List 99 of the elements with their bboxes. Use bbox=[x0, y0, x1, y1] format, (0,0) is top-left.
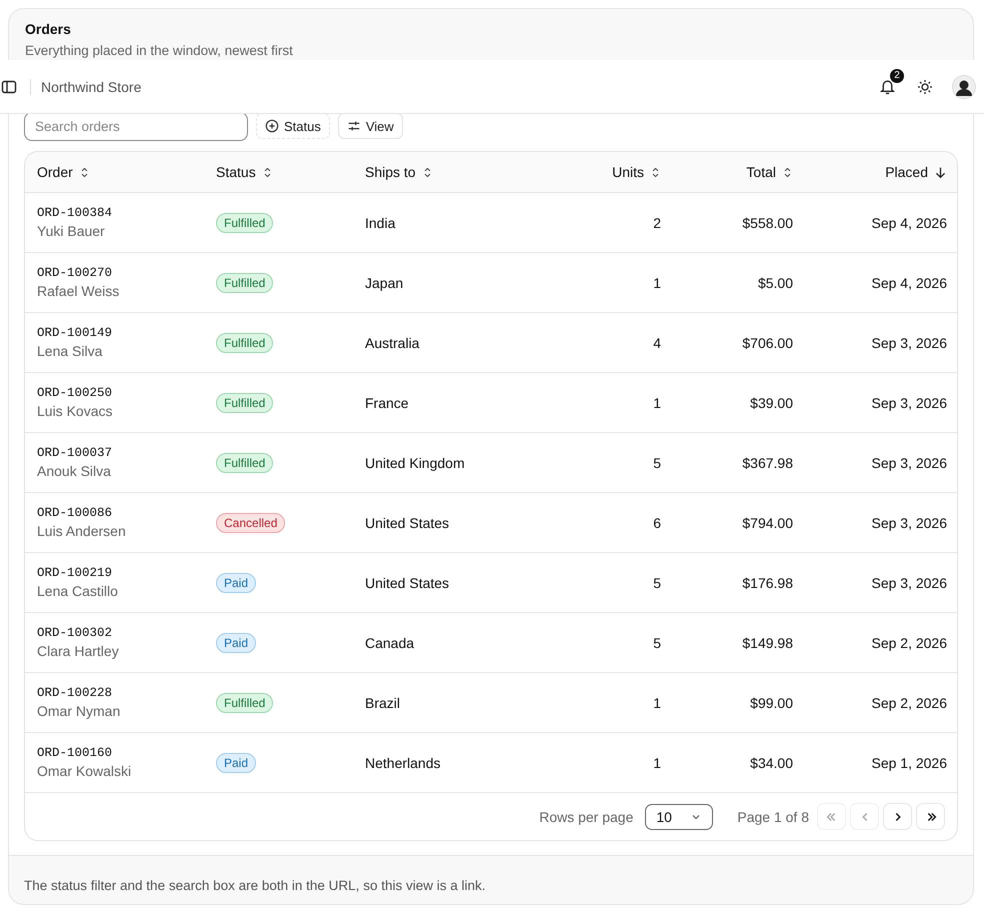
avatar[interactable] bbox=[952, 74, 976, 98]
sort-icon bbox=[650, 166, 661, 178]
table-cell: France bbox=[365, 394, 409, 410]
customer-name: Omar Nyman bbox=[37, 703, 120, 719]
status-badge: Fulfilled bbox=[216, 392, 274, 412]
search-field[interactable]: Search orders bbox=[24, 112, 248, 140]
last-page-button[interactable] bbox=[916, 803, 945, 830]
sliders-icon bbox=[346, 119, 361, 133]
table-cell: Sep 2, 2026 bbox=[871, 634, 947, 650]
card-title: Orders bbox=[25, 21, 72, 37]
view-button[interactable]: View bbox=[338, 113, 403, 139]
table-cell: United States bbox=[365, 574, 450, 590]
column-header[interactable]: Status bbox=[216, 164, 273, 180]
table-cell: $794.00 bbox=[742, 514, 793, 530]
table-cell: 5 bbox=[653, 454, 661, 470]
status-badge: Paid bbox=[216, 752, 256, 772]
table-cell: Sep 3, 2026 bbox=[871, 334, 947, 350]
table-cell: 1 bbox=[653, 274, 661, 290]
table-cell: Sep 3, 2026 bbox=[871, 454, 947, 470]
order-id: ORD-100219 bbox=[37, 566, 112, 580]
table-cell: $34.00 bbox=[750, 754, 793, 770]
table-cell: Australia bbox=[365, 334, 420, 350]
customer-name: Anouk Silva bbox=[37, 463, 111, 479]
order-id: ORD-100250 bbox=[37, 386, 112, 400]
customer-name: Clara Hartley bbox=[37, 643, 119, 659]
table-cell: 4 bbox=[653, 334, 661, 350]
status-badge: Fulfilled bbox=[216, 272, 274, 292]
status-badge: Cancelled bbox=[216, 512, 286, 532]
table-cell: Sep 4, 2026 bbox=[871, 214, 947, 230]
column-header[interactable]: Order bbox=[37, 164, 90, 180]
table-cell: 6 bbox=[653, 514, 661, 530]
table-cell: India bbox=[365, 214, 396, 230]
status-badge: Fulfilled bbox=[216, 332, 274, 352]
table-cell: 2 bbox=[653, 214, 661, 230]
table-cell: $5.00 bbox=[758, 274, 793, 290]
table-cell: Sep 1, 2026 bbox=[871, 754, 947, 770]
arrow-down-icon bbox=[934, 166, 947, 178]
table-cell: $39.00 bbox=[750, 394, 793, 410]
table-cell: Sep 4, 2026 bbox=[871, 274, 947, 290]
footer-note: The status filter and the search box are both in the URL, so this view is a link. bbox=[24, 878, 486, 893]
customer-name: Omar Kowalski bbox=[37, 763, 132, 779]
card-subtitle: Everything placed in the window, newest first bbox=[25, 43, 294, 58]
table-cell: Japan bbox=[365, 274, 404, 290]
page-indicator: Page 1 of 8 bbox=[737, 808, 809, 824]
customer-name: Lena Castillo bbox=[37, 583, 118, 599]
customer-name: Luis Andersen bbox=[37, 523, 126, 539]
table-cell: $99.00 bbox=[750, 694, 793, 710]
status-badge: Fulfilled bbox=[216, 212, 274, 232]
bell-icon bbox=[878, 78, 896, 95]
table-cell: Sep 3, 2026 bbox=[871, 574, 947, 590]
theme-toggle-button[interactable] bbox=[916, 78, 934, 96]
table-cell: Brazil bbox=[365, 694, 400, 710]
table-cell: 5 bbox=[653, 574, 661, 590]
table-cell: 1 bbox=[653, 754, 661, 770]
order-id: ORD-100228 bbox=[37, 686, 112, 700]
plus-circle-icon bbox=[265, 119, 279, 133]
sun-icon bbox=[917, 78, 933, 94]
order-id: ORD-100086 bbox=[37, 506, 112, 520]
sort-icon bbox=[782, 166, 793, 178]
table-cell: Netherlands bbox=[365, 754, 440, 770]
customer-name: Rafael Weiss bbox=[37, 283, 120, 299]
order-id: ORD-100302 bbox=[37, 626, 112, 640]
table-cell: United States bbox=[365, 514, 450, 530]
notifications-button[interactable] bbox=[878, 78, 896, 96]
table-cell: United Kingdom bbox=[365, 454, 465, 470]
table-cell: Canada bbox=[365, 634, 414, 650]
table-cell: 1 bbox=[653, 694, 661, 710]
store-title: Northwind Store bbox=[41, 78, 142, 94]
sidebar-icon bbox=[1, 78, 17, 94]
customer-name: Luis Kovacs bbox=[37, 403, 112, 419]
column-header[interactable]: Units bbox=[612, 164, 661, 180]
table-cell: Sep 3, 2026 bbox=[871, 514, 947, 530]
rows-per-page-select[interactable]: 10 bbox=[645, 804, 714, 830]
table-cell: Sep 2, 2026 bbox=[871, 694, 947, 710]
notification-count: 2 bbox=[890, 68, 904, 82]
status-badge: Paid bbox=[216, 632, 256, 652]
column-header[interactable]: Total bbox=[746, 164, 793, 180]
status-badge: Fulfilled bbox=[216, 692, 274, 712]
status-badge: Fulfilled bbox=[216, 452, 274, 472]
status-badge: Paid bbox=[216, 572, 256, 592]
table-cell: $176.98 bbox=[742, 574, 793, 590]
order-id: ORD-100160 bbox=[37, 746, 112, 760]
filter-button[interactable]: Status bbox=[256, 113, 330, 139]
order-id: ORD-100270 bbox=[37, 266, 112, 280]
table-cell: 5 bbox=[653, 634, 661, 650]
column-header[interactable]: Placed bbox=[885, 164, 947, 180]
table-cell: Sep 3, 2026 bbox=[871, 394, 947, 410]
order-id: ORD-100384 bbox=[37, 206, 112, 220]
customer-name: Yuki Bauer bbox=[37, 223, 105, 239]
table-cell: 1 bbox=[653, 394, 661, 410]
table-cell: $149.98 bbox=[742, 634, 793, 650]
order-id: ORD-100149 bbox=[37, 326, 112, 340]
column-header[interactable]: Ships to bbox=[365, 164, 433, 180]
table-cell: $706.00 bbox=[742, 334, 793, 350]
rows-per-page-label: Rows per page bbox=[539, 808, 634, 824]
table-cell: $558.00 bbox=[742, 214, 793, 230]
order-id: ORD-100037 bbox=[37, 446, 112, 460]
customer-name: Lena Silva bbox=[37, 343, 102, 359]
table-cell: $367.98 bbox=[742, 454, 793, 470]
